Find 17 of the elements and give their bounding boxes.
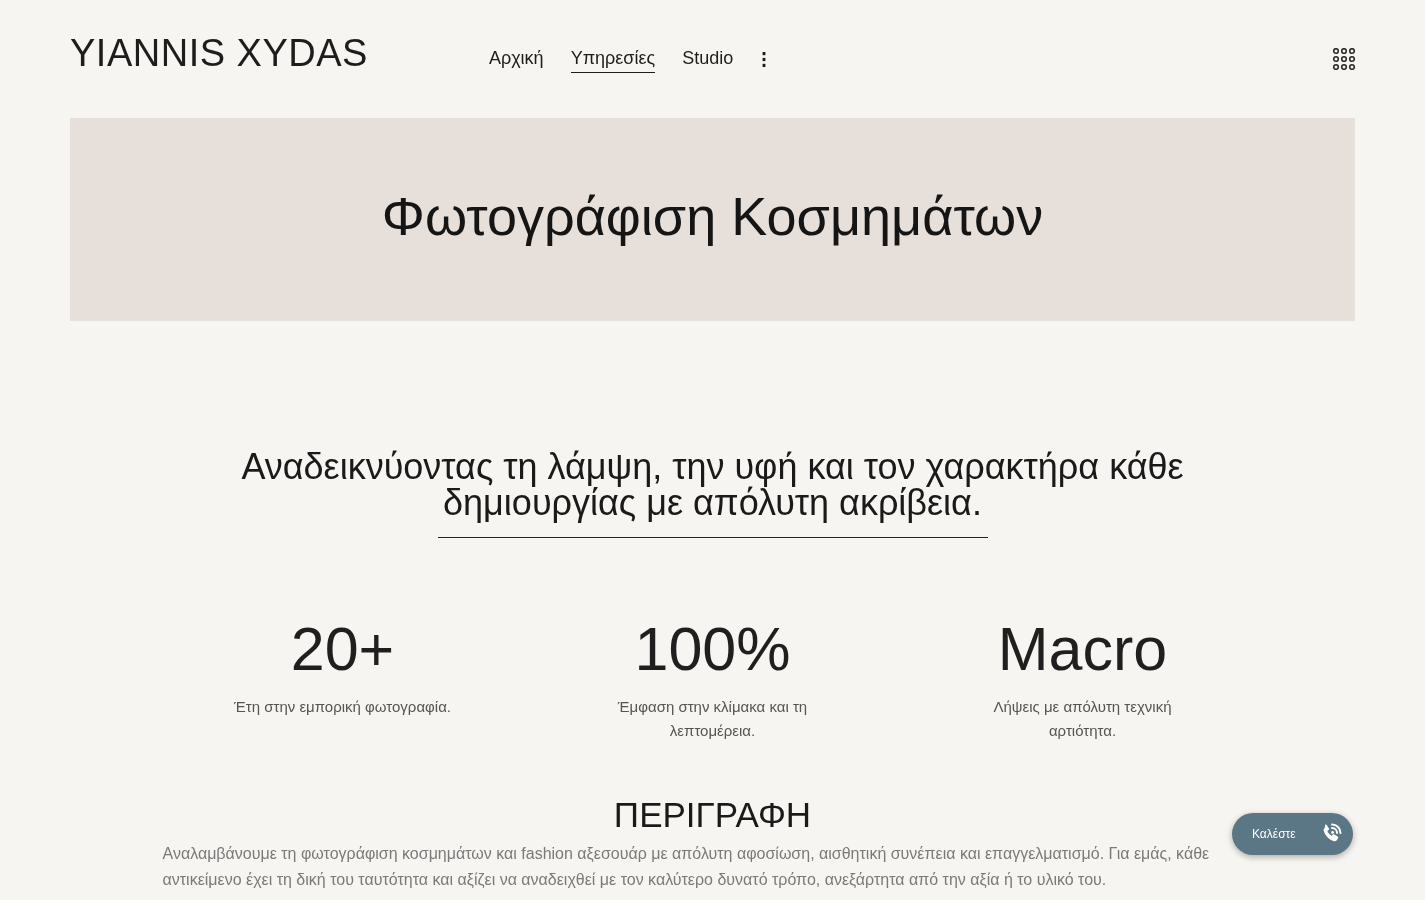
intro-heading: Αναδεικνύοντας τη λάμψη, την υφή και τον χαρακτήρα κάθε δημιουργίας με απόλυτη ακρίβεια. (240, 449, 1185, 521)
nav-link[interactable]: Studio (682, 45, 734, 73)
description-text: Αναλαμβάνουμε τη φωτογράφιση κοσμημάτων και fashion αξεσουάρ με απόλυτη αφοσίωση, αισθητική συνέπεια και επαγγελματισμό. Για εμάς, κάθε αντικείμενο έχει τη δική του ταυτότητα και αξίζει να αναδειχθεί με τον καλύτερο δυνατό τρόπο, ανεξάρτητα από την αξία ή το υλικό του. (162, 844, 1211, 890)
stat-value: 100% (634, 614, 791, 685)
section-heading: ΠΕΡΙΓΡΑΦΗ (613, 795, 812, 835)
stat-caption: Έτη στην εμπορική φωτογραφία. (234, 697, 451, 717)
more-icon[interactable] (762, 51, 767, 67)
nav-link[interactable]: Υπηρεσίες (570, 45, 656, 73)
site-logo[interactable]: YIANNIS XYDAS (70, 31, 368, 75)
nav-link[interactable]: Αρχική (488, 45, 544, 73)
stat-value: Macro (997, 614, 1168, 685)
stat-caption: Λήψεις με απόλυτη τεχνική αρτιότητα. (992, 697, 1173, 741)
stat-value: 20+ (290, 614, 395, 685)
call-button[interactable]: Καλέστε (1232, 813, 1353, 855)
stat-caption: Έμφαση στην κλίμακα και τη λεπτομέρεια. (616, 697, 809, 741)
page-title: Φωτογράφιση Κοσμημάτων (381, 184, 1044, 247)
grid-menu-icon[interactable] (1333, 48, 1355, 70)
